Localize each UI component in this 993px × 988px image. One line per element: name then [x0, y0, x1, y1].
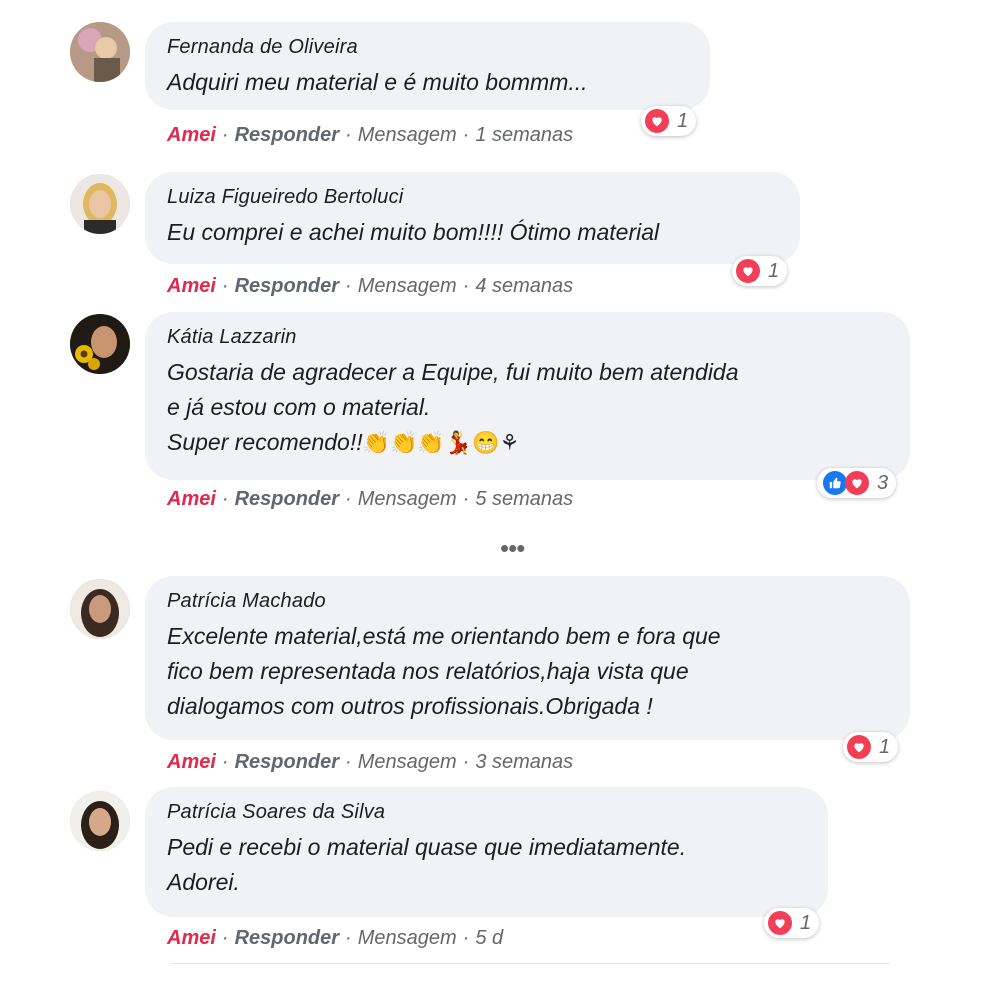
comment-author[interactable]: Patrícia Machado	[167, 590, 886, 613]
reaction-count: 1	[768, 259, 780, 282]
reply-button[interactable]: Responder	[235, 124, 339, 146]
comment-actions: Amei · Responder · Mensagem · 5 d	[167, 927, 504, 949]
reaction-summary[interactable]: 1	[641, 106, 697, 136]
comment-text: Excelente material,está me orientando be…	[167, 623, 721, 719]
comment-text: Gostaria de agradecer a Equipe, fui muit…	[167, 355, 886, 460]
reply-button[interactable]: Responder	[235, 488, 339, 510]
avatar[interactable]	[70, 314, 130, 374]
love-button[interactable]: Amei	[167, 751, 216, 773]
divider	[170, 963, 890, 964]
avatar[interactable]	[70, 791, 130, 851]
heart-icon	[847, 735, 871, 759]
comment-time[interactable]: 4 semanas	[475, 275, 573, 297]
emoji-sequence: 👏👏👏💃😁⚘	[362, 430, 520, 455]
message-button[interactable]: Mensagem	[358, 275, 457, 297]
comment-text: Eu comprei e achei muito bom!!!! Ótimo m…	[167, 219, 660, 245]
comment-author[interactable]: Luiza Figueiredo Bertoluci	[167, 186, 776, 209]
comment-author[interactable]: Patrícia Soares da Silva	[167, 801, 804, 824]
love-button[interactable]: Amei	[167, 927, 216, 949]
comment-time[interactable]: 5 semanas	[475, 488, 573, 510]
comment-time[interactable]: 3 semanas	[475, 751, 573, 773]
reaction-count: 1	[879, 735, 891, 758]
message-button[interactable]: Mensagem	[358, 751, 457, 773]
comment-text: Adquiri meu material e é muito bommm...	[167, 69, 588, 95]
avatar[interactable]	[70, 579, 130, 639]
love-button[interactable]: Amei	[167, 124, 216, 146]
reaction-summary[interactable]: 3	[817, 468, 897, 498]
message-button[interactable]: Mensagem	[358, 927, 457, 949]
reaction-count: 3	[877, 471, 889, 494]
reaction-summary[interactable]: 1	[843, 732, 899, 762]
avatar[interactable]	[70, 174, 130, 234]
comment-text: Pedi e recebi o material quase que imedi…	[167, 834, 687, 895]
heart-icon	[845, 471, 869, 495]
comment-author[interactable]: Fernanda de Oliveira	[167, 36, 686, 59]
love-button[interactable]: Amei	[167, 488, 216, 510]
comment-bubble: Patrícia Soares da Silva Pedi e recebi o…	[145, 787, 828, 917]
heart-icon	[645, 109, 669, 133]
heart-icon	[768, 911, 792, 935]
comment-actions: Amei · Responder · Mensagem · 3 semanas	[167, 751, 574, 773]
avatar[interactable]	[70, 22, 130, 82]
love-button[interactable]: Amei	[167, 275, 216, 297]
comment-bubble: Fernanda de Oliveira Adquiri meu materia…	[145, 22, 710, 110]
reply-button[interactable]: Responder	[235, 275, 339, 297]
comment-actions: Amei · Responder · Mensagem · 4 semanas	[167, 275, 574, 297]
heart-icon	[736, 259, 760, 283]
comment-bubble: Kátia Lazzarin Gostaria de agradecer a E…	[145, 312, 910, 480]
message-button[interactable]: Mensagem	[358, 124, 457, 146]
reply-button[interactable]: Responder	[235, 751, 339, 773]
message-button[interactable]: Mensagem	[358, 488, 457, 510]
reply-button[interactable]: Responder	[235, 927, 339, 949]
comment-actions: Amei · Responder · Mensagem · 1 semanas	[167, 124, 574, 146]
reaction-summary[interactable]: 1	[732, 256, 788, 286]
comment-author[interactable]: Kátia Lazzarin	[167, 326, 886, 349]
comment-time[interactable]: 1 semanas	[475, 124, 573, 146]
comment-bubble: Luiza Figueiredo Bertoluci Eu comprei e …	[145, 172, 800, 264]
more-comments-indicator[interactable]: •••	[500, 533, 525, 564]
reaction-count: 1	[677, 109, 689, 132]
reaction-summary[interactable]: 1	[764, 908, 820, 938]
reaction-count: 1	[800, 911, 812, 934]
comment-time[interactable]: 5 d	[475, 927, 503, 949]
comment-bubble: Patrícia Machado Excelente material,está…	[145, 576, 910, 740]
comment-actions: Amei · Responder · Mensagem · 5 semanas	[167, 488, 574, 510]
